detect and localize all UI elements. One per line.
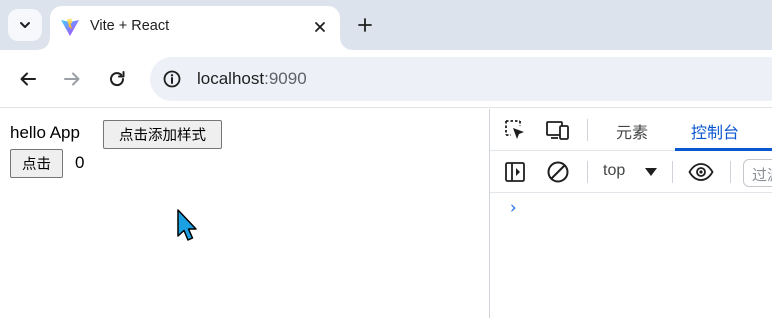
vite-logo-icon	[61, 18, 79, 36]
back-button[interactable]	[16, 67, 40, 91]
device-toolbar-button[interactable]	[544, 116, 572, 144]
plus-icon	[358, 18, 372, 32]
tab-search-button[interactable]	[8, 9, 42, 41]
toolbar-divider	[587, 161, 588, 183]
hello-text: hello App	[10, 123, 80, 142]
close-icon	[315, 22, 325, 32]
forward-button[interactable]	[60, 67, 84, 91]
tab-elements[interactable]: 元素	[616, 119, 648, 143]
browser-tab[interactable]: Vite + React	[38, 6, 352, 50]
url-text: localhost:9090	[197, 69, 307, 89]
click-button[interactable]: 点击	[10, 149, 63, 178]
context-dropdown[interactable]	[644, 165, 658, 179]
browser-toolbar: localhost:9090	[0, 50, 772, 108]
console-sidebar-toggle[interactable]	[501, 158, 529, 186]
inspect-element-button[interactable]	[501, 116, 529, 144]
devtools-tab-bar: 元素 控制台	[490, 109, 772, 151]
console-prompt[interactable]: ›	[508, 198, 518, 218]
context-selector[interactable]: top	[603, 162, 625, 180]
tab-close-button[interactable]	[310, 17, 330, 37]
forward-arrow-icon	[64, 72, 80, 86]
device-toolbar-icon	[546, 121, 569, 140]
address-bar[interactable]: localhost:9090	[150, 57, 772, 101]
tab-console[interactable]: 控制台	[691, 119, 739, 143]
toolbar-divider	[587, 119, 588, 141]
tab-strip: Vite + React	[0, 0, 772, 50]
sidebar-toggle-icon	[505, 162, 525, 182]
toolbar-divider	[730, 161, 731, 183]
url-port: :9090	[264, 69, 307, 88]
clear-console-icon	[547, 161, 569, 183]
reload-icon	[110, 71, 125, 87]
site-info-icon	[163, 70, 181, 88]
chevron-down-icon	[20, 22, 30, 28]
eye-icon	[688, 163, 714, 181]
add-style-button[interactable]: 点击添加样式	[103, 120, 222, 149]
click-count: 0	[75, 153, 85, 172]
clear-console-button[interactable]	[544, 158, 572, 186]
console-filter-input[interactable]: 过滤	[743, 159, 772, 187]
toolbar-divider	[672, 161, 673, 183]
reload-button[interactable]	[105, 67, 129, 91]
tab-title: Vite + React	[90, 18, 170, 34]
inspect-element-icon	[505, 120, 524, 139]
mouse-cursor-icon	[177, 209, 197, 241]
console-toolbar: top 过滤	[490, 151, 772, 193]
page-viewport: hello App 点击添加样式 点击 0	[0, 109, 489, 318]
url-host: localhost	[197, 69, 265, 88]
devtools-panel: 元素 控制台 top 过 ›	[489, 109, 772, 318]
back-arrow-icon	[20, 72, 36, 86]
site-info-button[interactable]	[160, 67, 184, 91]
live-expression-button[interactable]	[687, 158, 715, 186]
dropdown-triangle-icon	[645, 168, 657, 176]
filter-placeholder: 过滤	[752, 166, 772, 184]
new-tab-button[interactable]	[354, 14, 376, 36]
